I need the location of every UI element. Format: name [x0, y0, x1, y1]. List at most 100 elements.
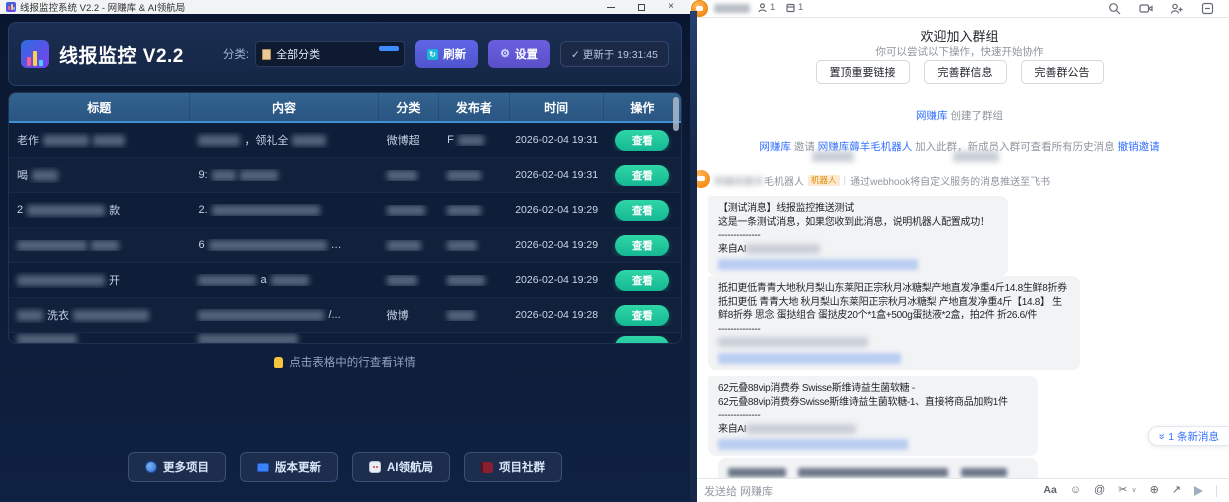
cell-text: …: [331, 239, 342, 251]
censor-block: [798, 468, 948, 477]
revoke-invite-link[interactable]: 撤销邀请: [1118, 141, 1160, 153]
system-message-created: 网赚库 创建了群组: [690, 108, 1229, 123]
close-button[interactable]: ×: [656, 0, 686, 14]
view-button[interactable]: 查看: [615, 305, 669, 326]
pin-count[interactable]: 1: [786, 2, 803, 13]
table-row[interactable]: 开 a 2026-02-04 19:29 查看: [9, 263, 681, 298]
mention-icon[interactable]: @: [1094, 485, 1105, 496]
message-line: --------------: [718, 323, 1070, 337]
message-line: --------------: [718, 229, 998, 243]
refresh-button[interactable]: ↻ 刷新: [415, 40, 478, 68]
pin-important-link-button[interactable]: 置顶重要链接: [816, 60, 910, 84]
screenshot-icon[interactable]: ✂: [1118, 485, 1127, 496]
view-button[interactable]: 查看: [615, 235, 669, 256]
cell-time: 2026-02-04 19:28: [510, 309, 604, 321]
format-icon[interactable]: Aa: [1043, 485, 1056, 496]
censor-block: [387, 240, 421, 251]
censor-block: [209, 240, 327, 251]
complete-group-notice-button[interactable]: 完善群公告: [1021, 60, 1104, 84]
view-button[interactable]: 查看: [615, 200, 669, 221]
new-message-pill[interactable]: » 1 条新消息: [1148, 426, 1229, 446]
creator-link[interactable]: 网赚库: [916, 110, 948, 122]
table-row[interactable]: 老作 ，领礼全 微博超 F 2026-02-04 19:31 查看: [9, 123, 681, 158]
gear-icon: ⚙: [500, 49, 510, 60]
view-button[interactable]: 查看: [615, 130, 669, 151]
view-button[interactable]: 查看: [615, 165, 669, 186]
button-label: 项目社群: [499, 459, 545, 475]
censor-block: [458, 135, 484, 146]
censor-block: [718, 337, 868, 347]
cell-text: 开: [109, 272, 120, 288]
button-label: AI领航局: [387, 459, 433, 475]
view-button[interactable]: 查看: [615, 270, 669, 291]
clipboard-icon: [262, 49, 271, 60]
message-input[interactable]: 发送给 网赚库 Aa ☺ @ ✂ ∨ ⊕ ↗: [690, 478, 1229, 502]
chat-body: 欢迎加入群组 你可以尝试以下操作，快速开始协作 置顶重要链接 完善群信息 完善群…: [690, 18, 1229, 478]
bot-name: 毛机器人: [764, 177, 804, 188]
inviter-link[interactable]: 网赚库: [759, 141, 791, 153]
new-message-text: 1 条新消息: [1168, 429, 1219, 444]
censor-block: [728, 468, 786, 477]
settings-button[interactable]: ⚙ 设置: [488, 40, 550, 68]
cell-text: 老作: [17, 132, 39, 148]
app-title: 线报监控 V2.2: [59, 41, 184, 68]
censor-block: [961, 468, 1007, 477]
community-button[interactable]: 项目社群: [464, 452, 562, 482]
table-row[interactable]: 洗衣 /... 微博 2026-02-04 19:28 查看: [9, 298, 681, 333]
message-bubble[interactable]: 【测试消息】线报监控推送测试 这是一条测试消息，如果您收到此消息，说明机器人配置…: [708, 196, 1008, 276]
column-header-content: 内容: [190, 93, 378, 121]
message-line: 62元叠88vip消费券Swisse斯维诗益生菌软糖-1、直接将商品加购1件: [718, 396, 1028, 410]
table-scrollbar[interactable]: [673, 97, 679, 131]
version-update-button[interactable]: 版本更新: [240, 452, 338, 482]
cell-text: 9:: [198, 169, 207, 181]
category-select[interactable]: 全部分类: [255, 41, 405, 67]
more-projects-button[interactable]: 更多项目: [128, 452, 226, 482]
partial-message-bubble[interactable]: [718, 458, 1038, 478]
refresh-icon: ↻: [427, 49, 438, 60]
censor-block: [198, 135, 240, 146]
complete-group-info-button[interactable]: 完善群信息: [924, 60, 1007, 84]
table-header: 标题 内容 分类 发布者 时间 操作: [9, 93, 681, 123]
button-label: 版本更新: [275, 459, 321, 475]
view-button[interactable]: [615, 336, 669, 345]
table-row-partial[interactable]: [9, 333, 681, 344]
video-call-icon[interactable]: [1139, 1, 1153, 15]
expand-icon[interactable]: ↗: [1172, 485, 1181, 496]
footer-links: 更多项目 版本更新 AI领航局 项目社群: [0, 452, 690, 482]
message-bubble[interactable]: 抵扣更低青青大地秋月梨山东莱阳正宗秋月冰糖梨产地直发净重4斤14.8生鲜8折券 …: [708, 276, 1080, 370]
group-name-censor: [714, 4, 750, 13]
send-button[interactable]: [1194, 486, 1203, 496]
censor-block: [17, 334, 77, 345]
message-line: 来自AI: [718, 243, 998, 257]
cell-time: 2026-02-04 19:29: [510, 274, 604, 286]
more-icon[interactable]: [1201, 1, 1215, 15]
hint-text: 点击表格中的行查看详情: [289, 357, 416, 369]
censor-block: [17, 275, 105, 286]
message-bubble[interactable]: 62元叠88vip消费券 Swisse斯维诗益生菌软糖 - 62元叠88vip消…: [708, 376, 1038, 456]
emoji-icon[interactable]: ☺: [1070, 485, 1081, 496]
table-row[interactable]: 2款 2. 2026-02-04 19:29 查看: [9, 193, 681, 228]
maximize-button[interactable]: [626, 0, 656, 14]
chevron-down-icon: ∨: [1131, 487, 1136, 494]
cell-time: 2026-02-04 19:29: [510, 204, 604, 216]
search-icon[interactable]: [1108, 1, 1122, 15]
button-label: 更多项目: [163, 459, 209, 475]
cell-time: 2026-02-04 19:29: [510, 239, 604, 251]
ai-bureau-button[interactable]: AI领航局: [352, 452, 450, 482]
member-count[interactable]: 1: [758, 2, 775, 13]
chat-window: 1 1 欢迎加入群组 你可以尝试以下操作，快速开始协作 置顶重要链接 完善群信息…: [690, 0, 1229, 502]
minimize-button[interactable]: [596, 0, 626, 14]
column-header-title: 标题: [9, 93, 190, 121]
maximize-icon: [638, 4, 645, 11]
close-icon: ×: [668, 2, 674, 12]
table-row[interactable]: 喝 9: 2026-02-04 19:31 查看: [9, 158, 681, 193]
censor-block: [812, 151, 854, 162]
table-row[interactable]: 6… 2026-02-04 19:29 查看: [9, 228, 681, 263]
cell-text: a: [260, 274, 266, 286]
censor-block: [17, 240, 87, 251]
add-member-icon[interactable]: [1170, 1, 1184, 15]
app-logo-icon: [21, 40, 49, 68]
invite-text: 加入此群，新成员入群可查看所有历史消息: [915, 141, 1115, 153]
column-header-action: 操作: [604, 93, 681, 121]
attach-icon[interactable]: ⊕: [1150, 485, 1159, 496]
